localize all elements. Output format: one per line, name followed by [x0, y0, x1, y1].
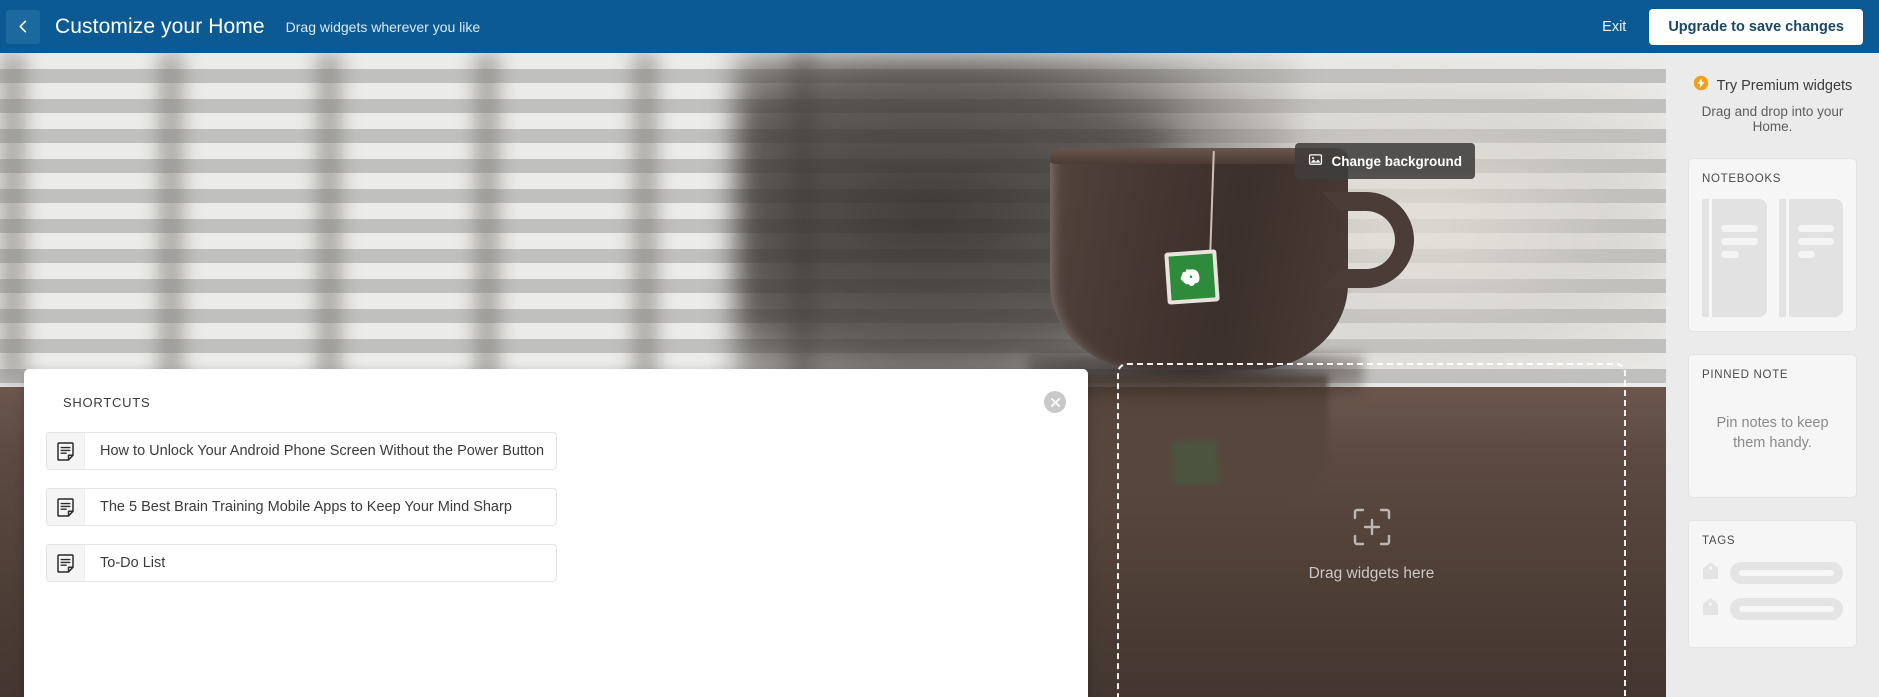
notebook-spine: [1778, 199, 1786, 317]
topbar-actions: Exit Upgrade to save changes: [1602, 8, 1879, 45]
customize-home-screen: Change background Drag widgets here SHOR…: [0, 0, 1879, 697]
exit-button[interactable]: Exit: [1602, 19, 1626, 35]
widget-card-title: NOTEBOOKS: [1702, 173, 1782, 185]
widget-card-pinned-note[interactable]: PINNED NOTE Pin notes to keep them handy…: [1688, 354, 1857, 498]
page-subtitle: Drag widgets wherever you like: [285, 18, 481, 35]
tag-pill-inner: [1739, 606, 1834, 612]
tag-name-placeholder: [1730, 562, 1843, 584]
notebook-placeholder: [1702, 199, 1767, 317]
upgrade-to-save-changes-button[interactable]: Upgrade to save changes: [1649, 8, 1863, 45]
shortcut-label: The 5 Best Brain Training Mobile Apps to…: [100, 499, 512, 515]
shortcut-label: How to Unlock Your Android Phone Screen …: [100, 443, 545, 459]
premium-widgets-header: Try Premium widgets: [1688, 75, 1857, 96]
notebook-line: [1721, 225, 1758, 232]
widget-card-tags[interactable]: TAGS: [1688, 520, 1857, 648]
widget-card-title: PINNED NOTE: [1702, 369, 1789, 381]
add-widget-icon: [1352, 507, 1392, 552]
change-background-button[interactable]: Change background: [1295, 143, 1475, 179]
note-icon: [47, 545, 85, 581]
shortcut-list: How to Unlock Your Android Phone Screen …: [46, 432, 1066, 600]
back-button[interactable]: [6, 9, 40, 44]
premium-widgets-subtitle: Drag and drop into your Home.: [1701, 104, 1844, 134]
notebook-line: [1797, 238, 1834, 245]
change-background-label: Change background: [1331, 153, 1462, 169]
shortcut-label: To-Do List: [100, 555, 166, 571]
image-icon: [1308, 152, 1323, 170]
note-icon: [47, 433, 85, 469]
shortcut-item[interactable]: The 5 Best Brain Training Mobile Apps to…: [46, 488, 557, 526]
shortcuts-panel-title: SHORTCUTS: [63, 395, 151, 410]
home-canvas[interactable]: Change background Drag widgets here SHOR…: [0, 53, 1666, 697]
widget-dropzone[interactable]: Drag widgets here: [1117, 363, 1626, 697]
widget-card-title: TAGS: [1702, 535, 1736, 547]
chevron-left-icon: [16, 19, 31, 34]
notebook-line: [1721, 238, 1758, 245]
mug-handle: [1322, 192, 1414, 288]
premium-widgets-sidebar: Try Premium widgets Drag and drop into y…: [1666, 53, 1879, 697]
notebook-line: [1797, 251, 1816, 258]
note-icon: [47, 489, 85, 525]
premium-bolt-icon: [1693, 75, 1709, 96]
notebook-placeholder: [1778, 199, 1843, 317]
tag-icon: [1702, 561, 1719, 585]
notebooks-preview: [1702, 199, 1843, 317]
tag-placeholder-row: [1702, 561, 1843, 585]
page-title: Customize your Home: [55, 14, 265, 38]
dropzone-label: Drag widgets here: [1308, 564, 1435, 582]
teabag-tag-elephant-logo: [1164, 249, 1220, 305]
tag-pill-inner: [1739, 570, 1834, 576]
notebook-line: [1797, 225, 1834, 232]
shortcuts-widget-panel[interactable]: SHORTCUTS How to Unlock Your Android Pho…: [24, 369, 1088, 697]
tag-name-placeholder: [1730, 598, 1843, 620]
notebook-line: [1721, 251, 1739, 258]
shortcut-item[interactable]: How to Unlock Your Android Phone Screen …: [46, 432, 557, 470]
pinned-note-body: Pin notes to keep them handy.: [1716, 415, 1829, 451]
notebook-body: [1712, 199, 1767, 317]
close-icon[interactable]: [1044, 391, 1066, 413]
notebook-spine: [1702, 199, 1709, 317]
widget-card-notebooks[interactable]: NOTEBOOKS: [1688, 158, 1857, 332]
shortcut-item[interactable]: To-Do List: [46, 544, 557, 582]
tag-placeholder-row: [1702, 597, 1843, 621]
notebook-body: [1788, 199, 1843, 317]
tag-icon: [1702, 597, 1719, 621]
premium-widgets-label: Try Premium widgets: [1716, 77, 1853, 94]
customize-home-topbar: Customize your Home Drag widgets whereve…: [0, 0, 1879, 53]
